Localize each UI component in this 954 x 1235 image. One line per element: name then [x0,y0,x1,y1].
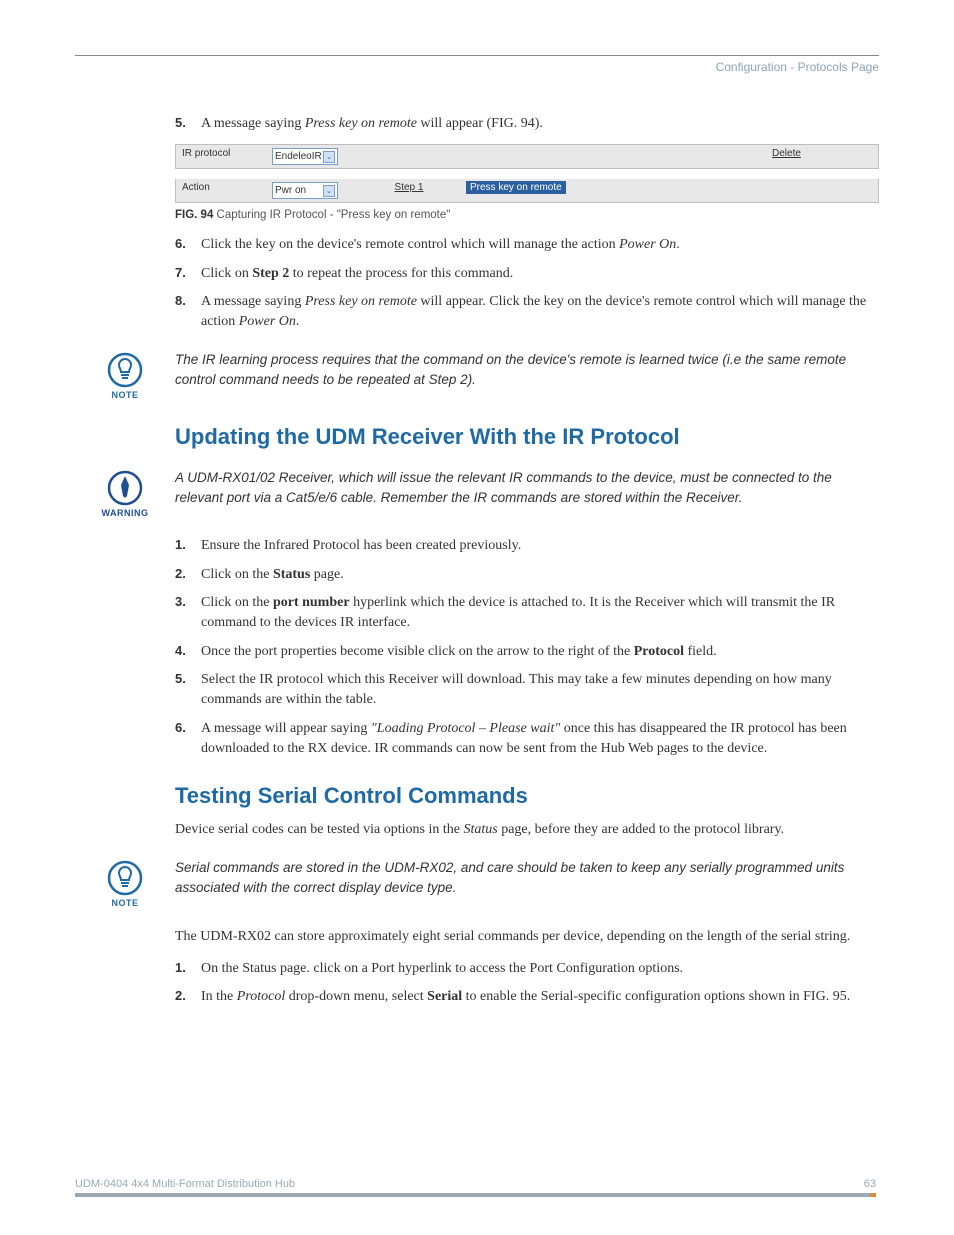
figure-caption: FIG. 94 Capturing IR Protocol - "Press k… [175,209,879,221]
list-item: 8. A message saying Press key on remote … [175,292,879,333]
page-number: 63 [864,1178,876,1190]
page-footer: UDM-0404 4x4 Multi-Format Distribution H… [75,1178,876,1197]
ir-protocol-select[interactable]: EndeleoIR ⌄ [272,148,338,165]
figure-94: IR protocol EndeleoIR ⌄ Delete Action Pw… [175,144,879,203]
list-item: 1. On the Status page. click on a Port h… [175,959,879,979]
breadcrumb: Configuration - Protocols Page [75,60,879,74]
step-link[interactable]: Step 1 [395,182,424,193]
list-item: 4. Once the port properties become visib… [175,642,879,662]
list-item: 5. Select the IR protocol which this Rec… [175,670,879,711]
list-item: 2. In the Protocol drop-down menu, selec… [175,987,879,1007]
list-item: 6. Click the key on the device's remote … [175,235,879,255]
list-item: 3. Click on the port number hyperlink wh… [175,593,879,634]
footer-title: UDM-0404 4x4 Multi-Format Distribution H… [75,1178,295,1190]
action-select[interactable]: Pwr on ⌄ [272,182,338,199]
body-text: Device serial codes can be tested via op… [175,819,879,840]
body-text: The UDM-RX02 can store approximately eig… [175,926,879,947]
list-item: 6. A message will appear saying "Loading… [175,719,879,760]
list-item: 2. Click on the Status page. [175,565,879,585]
section-heading: Updating the UDM Receiver With the IR Pr… [175,424,879,450]
list-item: 7. Click on Step 2 to repeat the process… [175,264,879,284]
warning-icon [107,470,143,506]
list-item: 5. A message saying Press key on remote … [175,114,879,134]
note-callout: NOTE The IR learning process requires th… [75,350,879,400]
status-message: Press key on remote [466,181,566,194]
note-callout: NOTE Serial commands are stored in the U… [75,858,879,908]
chevron-down-icon: ⌄ [323,151,335,163]
lightbulb-icon [107,352,143,388]
section-heading: Testing Serial Control Commands [175,783,879,809]
warning-callout: WARNING A UDM-RX01/02 Receiver, which wi… [75,468,879,518]
list-item: 1. Ensure the Infrared Protocol has been… [175,536,879,556]
chevron-down-icon: ⌄ [323,185,335,197]
delete-link[interactable]: Delete [772,148,801,159]
lightbulb-icon [107,860,143,896]
